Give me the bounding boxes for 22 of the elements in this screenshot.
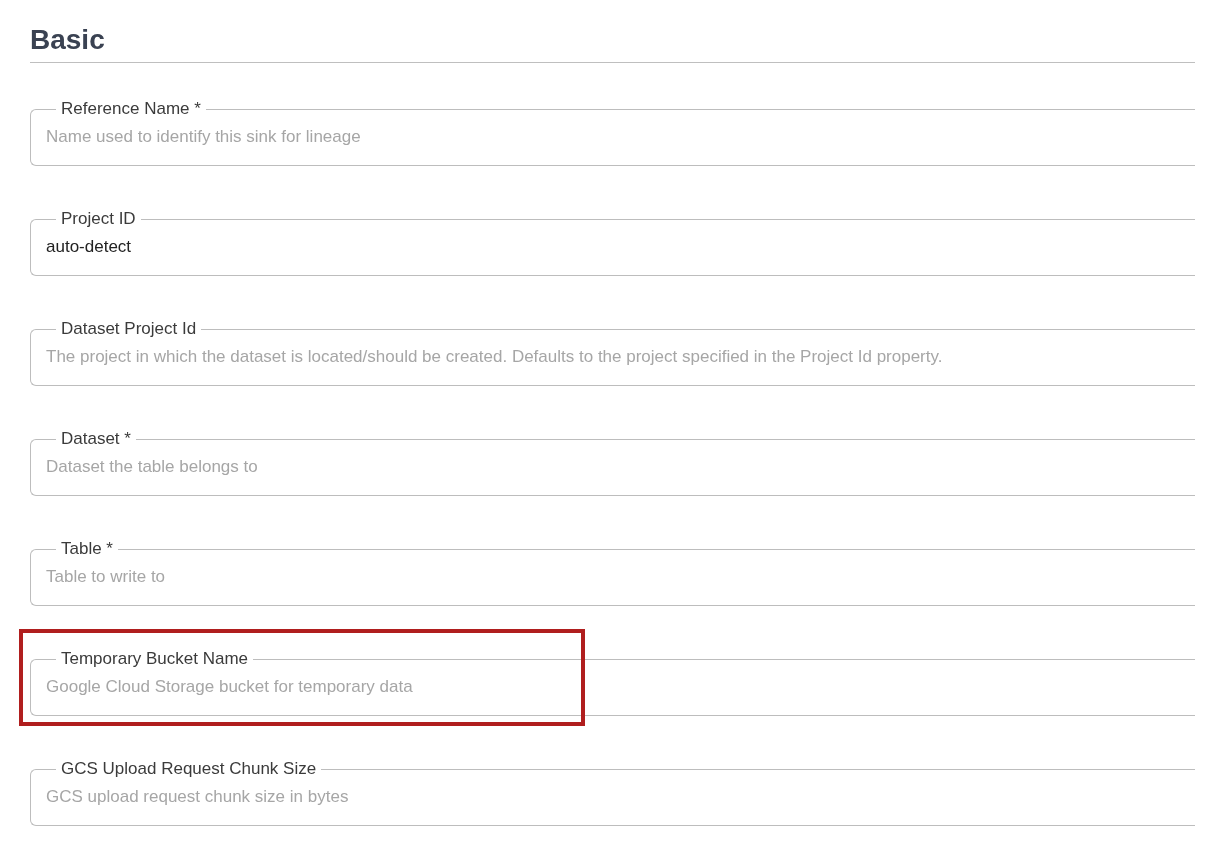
input-field[interactable]: Name used to identify this sink for lineage <box>46 119 1181 159</box>
text-field[interactable]: Dataset * Dataset the table belongs to <box>30 429 1195 496</box>
field-label: Table * <box>60 539 114 559</box>
field-label: Dataset * <box>60 429 132 449</box>
text-field[interactable]: Table * Table to write to <box>30 539 1195 606</box>
field-label: GCS Upload Request Chunk Size <box>60 759 318 779</box>
input-field[interactable]: Table to write to <box>46 559 1181 599</box>
text-field[interactable]: Temporary Bucket Name Google Cloud Storage bucket for temporary data <box>30 649 1195 716</box>
field-label: Temporary Bucket Name <box>60 649 250 669</box>
input-field[interactable]: GCS upload request chunk size in bytes <box>46 779 1181 819</box>
field-label: Project ID <box>60 209 137 229</box>
text-field[interactable]: Project ID auto-detect <box>30 209 1195 276</box>
input-field[interactable]: auto-detect <box>46 229 1181 269</box>
text-field[interactable]: GCS Upload Request Chunk Size GCS upload request chunk size in bytes <box>30 759 1195 826</box>
input-field[interactable]: Google Cloud Storage bucket for temporary data <box>46 669 1181 709</box>
text-field[interactable]: Dataset Project Id The project in which the dataset is located/should be created. Defaults to the project specified in the Project Id property. <box>30 319 1195 386</box>
field-label: Dataset Project Id <box>60 319 198 339</box>
section-title: Basic <box>30 24 1195 63</box>
field-label: Reference Name * <box>60 99 202 119</box>
input-field[interactable]: The project in which the dataset is located/should be created. Defaults to the project specified in the Project Id property. <box>46 339 1181 379</box>
text-field[interactable]: Reference Name * Name used to identify this sink for lineage <box>30 99 1195 166</box>
input-field[interactable]: Dataset the table belongs to <box>46 449 1181 489</box>
